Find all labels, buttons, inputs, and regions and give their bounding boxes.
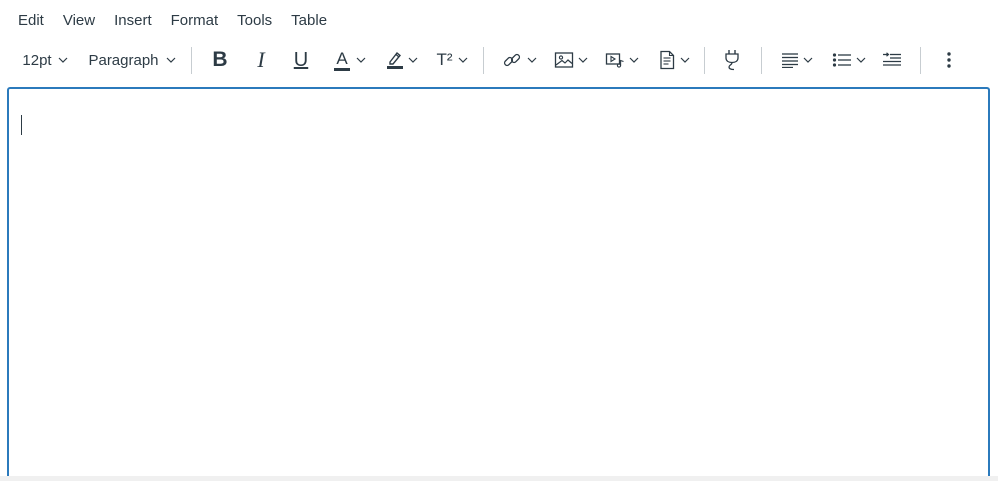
bullet-list-icon [832, 52, 852, 68]
menubar: Edit View Insert Format Tools Table [0, 0, 998, 40]
document-button[interactable] [653, 40, 695, 80]
menu-table[interactable]: Table [282, 8, 336, 33]
more-button[interactable] [936, 40, 962, 80]
chevron-down-icon [856, 57, 866, 63]
chevron-down-icon [803, 57, 813, 63]
block-format-value: Paragraph [88, 51, 159, 69]
media-icon [605, 51, 625, 69]
image-icon [554, 51, 574, 69]
italic-button[interactable]: I [247, 40, 275, 80]
text-color-icon: A [334, 50, 350, 71]
editor-content-area[interactable] [7, 87, 990, 481]
superscript-button[interactable]: T² [431, 40, 473, 80]
media-button[interactable] [601, 40, 643, 80]
menu-insert[interactable]: Insert [105, 8, 161, 33]
bold-button[interactable]: B [206, 40, 234, 80]
apps-button[interactable] [718, 40, 746, 80]
block-format-select[interactable]: Paragraph [84, 40, 180, 80]
superscript-icon: T² [436, 50, 453, 69]
font-size-select[interactable]: 12pt [14, 40, 76, 80]
chevron-down-icon [408, 57, 418, 63]
toolbar: 12pt Paragraph B I U A T² [0, 40, 998, 82]
chevron-down-icon [458, 57, 468, 63]
document-icon [658, 50, 676, 70]
plug-icon [723, 49, 741, 71]
link-button[interactable] [498, 40, 540, 80]
menu-format[interactable]: Format [162, 8, 228, 33]
rich-text-editor: Edit View Insert Format Tools Table 12pt… [0, 0, 998, 481]
bold-icon: B [212, 48, 228, 71]
italic-icon: I [257, 47, 265, 72]
align-left-icon [781, 52, 799, 68]
chevron-down-icon [527, 57, 537, 63]
toolbar-separator [191, 47, 192, 74]
toolbar-separator [704, 47, 705, 74]
more-vertical-icon [946, 51, 952, 69]
toolbar-separator [483, 47, 484, 74]
highlight-icon [386, 50, 404, 70]
indent-icon [882, 52, 902, 68]
underline-button[interactable]: U [287, 40, 315, 80]
chevron-down-icon [578, 57, 588, 63]
align-button[interactable] [776, 40, 818, 80]
underline-icon: U [293, 48, 309, 71]
highlight-color-button[interactable] [381, 40, 423, 80]
menu-tools[interactable]: Tools [228, 8, 281, 33]
chevron-down-icon [680, 57, 690, 63]
list-button[interactable] [828, 40, 870, 80]
menu-edit[interactable]: Edit [9, 8, 53, 33]
toolbar-separator [920, 47, 921, 74]
image-button[interactable] [550, 40, 592, 80]
indent-button[interactable] [878, 40, 906, 80]
link-icon [502, 50, 522, 70]
chevron-down-icon [58, 57, 68, 63]
toolbar-separator [761, 47, 762, 74]
menu-view[interactable]: View [54, 8, 104, 33]
text-caret [21, 115, 22, 135]
chevron-down-icon [629, 57, 639, 63]
font-size-value: 12pt [22, 51, 52, 69]
text-color-button[interactable]: A [329, 40, 371, 80]
chevron-down-icon [356, 57, 366, 63]
editor-bottom-edge [0, 476, 998, 481]
chevron-down-icon [166, 57, 176, 63]
